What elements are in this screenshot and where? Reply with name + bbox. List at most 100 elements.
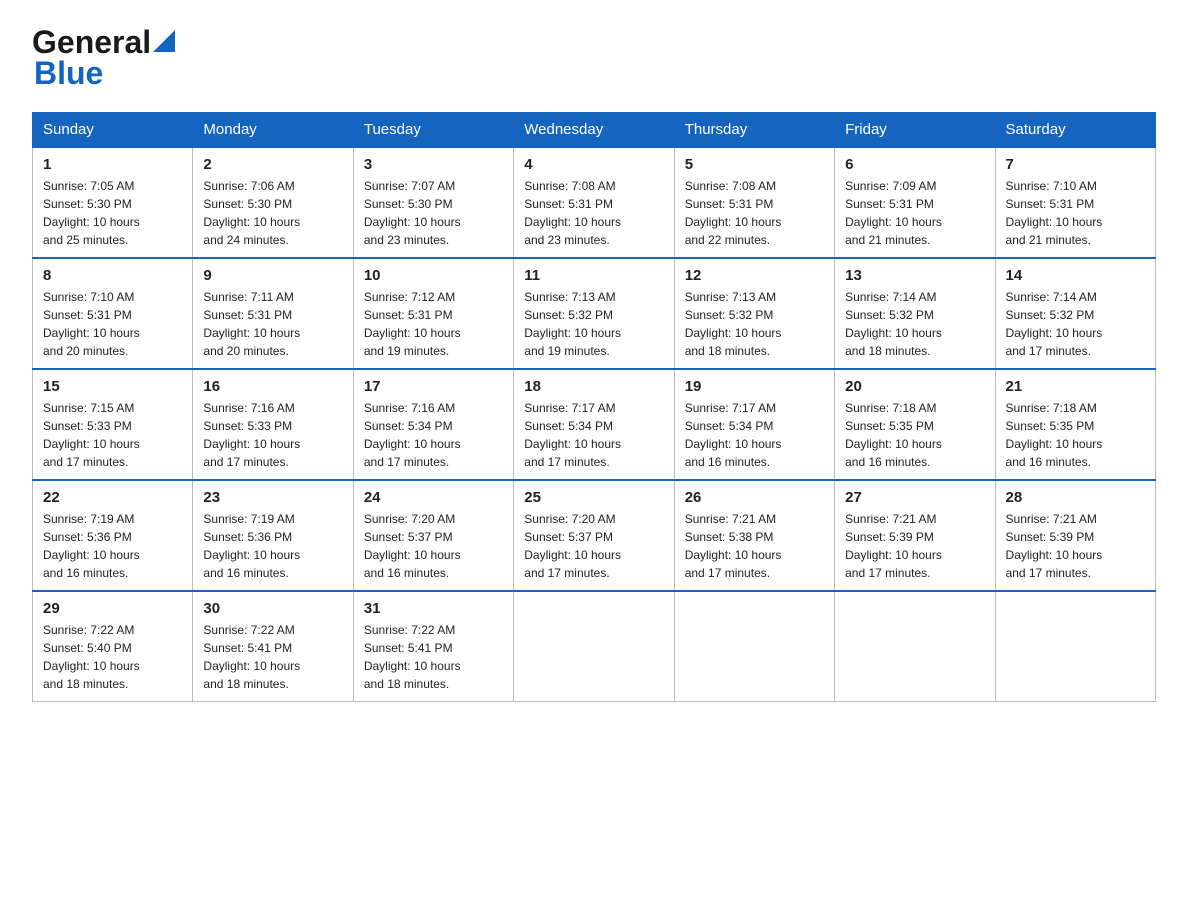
day-header-saturday: Saturday — [995, 113, 1155, 148]
calendar-cell — [674, 591, 834, 702]
calendar-table: SundayMondayTuesdayWednesdayThursdayFrid… — [32, 112, 1156, 702]
day-number: 3 — [364, 156, 503, 173]
calendar-cell: 22 Sunrise: 7:19 AMSunset: 5:36 PMDaylig… — [33, 480, 193, 591]
calendar-cell: 16 Sunrise: 7:16 AMSunset: 5:33 PMDaylig… — [193, 369, 353, 480]
calendar-week-4: 22 Sunrise: 7:19 AMSunset: 5:36 PMDaylig… — [33, 480, 1156, 591]
day-header-friday: Friday — [835, 113, 995, 148]
calendar-cell: 31 Sunrise: 7:22 AMSunset: 5:41 PMDaylig… — [353, 591, 513, 702]
day-number: 9 — [203, 267, 342, 284]
day-number: 15 — [43, 378, 182, 395]
day-number: 2 — [203, 156, 342, 173]
day-number: 4 — [524, 156, 663, 173]
day-info: Sunrise: 7:08 AMSunset: 5:31 PMDaylight:… — [685, 179, 782, 247]
day-number: 20 — [845, 378, 984, 395]
day-header-sunday: Sunday — [33, 113, 193, 148]
day-number: 22 — [43, 489, 182, 506]
calendar-cell — [835, 591, 995, 702]
logo: General Blue — [32, 24, 175, 92]
day-header-tuesday: Tuesday — [353, 113, 513, 148]
day-number: 6 — [845, 156, 984, 173]
day-info: Sunrise: 7:14 AMSunset: 5:32 PMDaylight:… — [1006, 290, 1103, 358]
calendar-cell: 4 Sunrise: 7:08 AMSunset: 5:31 PMDayligh… — [514, 147, 674, 258]
day-number: 29 — [43, 600, 182, 617]
calendar-cell: 25 Sunrise: 7:20 AMSunset: 5:37 PMDaylig… — [514, 480, 674, 591]
day-info: Sunrise: 7:22 AMSunset: 5:41 PMDaylight:… — [203, 623, 300, 691]
day-info: Sunrise: 7:06 AMSunset: 5:30 PMDaylight:… — [203, 179, 300, 247]
day-number: 8 — [43, 267, 182, 284]
day-info: Sunrise: 7:21 AMSunset: 5:39 PMDaylight:… — [1006, 512, 1103, 580]
calendar-header-row: SundayMondayTuesdayWednesdayThursdayFrid… — [33, 113, 1156, 148]
day-info: Sunrise: 7:18 AMSunset: 5:35 PMDaylight:… — [845, 401, 942, 469]
day-number: 12 — [685, 267, 824, 284]
day-number: 13 — [845, 267, 984, 284]
calendar-cell: 9 Sunrise: 7:11 AMSunset: 5:31 PMDayligh… — [193, 258, 353, 369]
day-info: Sunrise: 7:20 AMSunset: 5:37 PMDaylight:… — [364, 512, 461, 580]
day-info: Sunrise: 7:10 AMSunset: 5:31 PMDaylight:… — [43, 290, 140, 358]
calendar-cell: 3 Sunrise: 7:07 AMSunset: 5:30 PMDayligh… — [353, 147, 513, 258]
day-info: Sunrise: 7:22 AMSunset: 5:40 PMDaylight:… — [43, 623, 140, 691]
day-info: Sunrise: 7:15 AMSunset: 5:33 PMDaylight:… — [43, 401, 140, 469]
calendar-cell: 18 Sunrise: 7:17 AMSunset: 5:34 PMDaylig… — [514, 369, 674, 480]
calendar-cell: 20 Sunrise: 7:18 AMSunset: 5:35 PMDaylig… — [835, 369, 995, 480]
calendar-week-5: 29 Sunrise: 7:22 AMSunset: 5:40 PMDaylig… — [33, 591, 1156, 702]
day-number: 7 — [1006, 156, 1145, 173]
day-header-monday: Monday — [193, 113, 353, 148]
calendar-cell: 28 Sunrise: 7:21 AMSunset: 5:39 PMDaylig… — [995, 480, 1155, 591]
day-number: 24 — [364, 489, 503, 506]
day-info: Sunrise: 7:20 AMSunset: 5:37 PMDaylight:… — [524, 512, 621, 580]
calendar-cell: 24 Sunrise: 7:20 AMSunset: 5:37 PMDaylig… — [353, 480, 513, 591]
calendar-week-2: 8 Sunrise: 7:10 AMSunset: 5:31 PMDayligh… — [33, 258, 1156, 369]
day-number: 16 — [203, 378, 342, 395]
logo-blue-text: Blue — [34, 55, 175, 92]
calendar-cell: 6 Sunrise: 7:09 AMSunset: 5:31 PMDayligh… — [835, 147, 995, 258]
day-info: Sunrise: 7:13 AMSunset: 5:32 PMDaylight:… — [524, 290, 621, 358]
day-number: 30 — [203, 600, 342, 617]
calendar-cell: 30 Sunrise: 7:22 AMSunset: 5:41 PMDaylig… — [193, 591, 353, 702]
calendar-cell: 2 Sunrise: 7:06 AMSunset: 5:30 PMDayligh… — [193, 147, 353, 258]
calendar-cell: 21 Sunrise: 7:18 AMSunset: 5:35 PMDaylig… — [995, 369, 1155, 480]
calendar-cell: 26 Sunrise: 7:21 AMSunset: 5:38 PMDaylig… — [674, 480, 834, 591]
day-number: 27 — [845, 489, 984, 506]
calendar-cell — [514, 591, 674, 702]
calendar-cell: 5 Sunrise: 7:08 AMSunset: 5:31 PMDayligh… — [674, 147, 834, 258]
day-info: Sunrise: 7:19 AMSunset: 5:36 PMDaylight:… — [203, 512, 300, 580]
calendar-cell: 29 Sunrise: 7:22 AMSunset: 5:40 PMDaylig… — [33, 591, 193, 702]
calendar-cell: 27 Sunrise: 7:21 AMSunset: 5:39 PMDaylig… — [835, 480, 995, 591]
day-info: Sunrise: 7:14 AMSunset: 5:32 PMDaylight:… — [845, 290, 942, 358]
day-info: Sunrise: 7:17 AMSunset: 5:34 PMDaylight:… — [685, 401, 782, 469]
day-info: Sunrise: 7:21 AMSunset: 5:39 PMDaylight:… — [845, 512, 942, 580]
day-number: 10 — [364, 267, 503, 284]
day-info: Sunrise: 7:13 AMSunset: 5:32 PMDaylight:… — [685, 290, 782, 358]
calendar-week-3: 15 Sunrise: 7:15 AMSunset: 5:33 PMDaylig… — [33, 369, 1156, 480]
calendar-cell: 12 Sunrise: 7:13 AMSunset: 5:32 PMDaylig… — [674, 258, 834, 369]
calendar-week-1: 1 Sunrise: 7:05 AMSunset: 5:30 PMDayligh… — [33, 147, 1156, 258]
day-info: Sunrise: 7:21 AMSunset: 5:38 PMDaylight:… — [685, 512, 782, 580]
calendar-cell: 7 Sunrise: 7:10 AMSunset: 5:31 PMDayligh… — [995, 147, 1155, 258]
calendar-cell: 19 Sunrise: 7:17 AMSunset: 5:34 PMDaylig… — [674, 369, 834, 480]
day-info: Sunrise: 7:16 AMSunset: 5:34 PMDaylight:… — [364, 401, 461, 469]
calendar-cell: 17 Sunrise: 7:16 AMSunset: 5:34 PMDaylig… — [353, 369, 513, 480]
day-info: Sunrise: 7:08 AMSunset: 5:31 PMDaylight:… — [524, 179, 621, 247]
logo-triangle-icon — [153, 30, 175, 52]
day-number: 19 — [685, 378, 824, 395]
day-number: 11 — [524, 267, 663, 284]
calendar-cell: 14 Sunrise: 7:14 AMSunset: 5:32 PMDaylig… — [995, 258, 1155, 369]
page-header: General Blue — [32, 24, 1156, 92]
calendar-cell: 8 Sunrise: 7:10 AMSunset: 5:31 PMDayligh… — [33, 258, 193, 369]
day-info: Sunrise: 7:22 AMSunset: 5:41 PMDaylight:… — [364, 623, 461, 691]
day-header-wednesday: Wednesday — [514, 113, 674, 148]
day-number: 1 — [43, 156, 182, 173]
day-number: 23 — [203, 489, 342, 506]
calendar-cell: 1 Sunrise: 7:05 AMSunset: 5:30 PMDayligh… — [33, 147, 193, 258]
day-number: 21 — [1006, 378, 1145, 395]
day-number: 17 — [364, 378, 503, 395]
day-info: Sunrise: 7:05 AMSunset: 5:30 PMDaylight:… — [43, 179, 140, 247]
day-info: Sunrise: 7:07 AMSunset: 5:30 PMDaylight:… — [364, 179, 461, 247]
day-info: Sunrise: 7:17 AMSunset: 5:34 PMDaylight:… — [524, 401, 621, 469]
calendar-cell: 13 Sunrise: 7:14 AMSunset: 5:32 PMDaylig… — [835, 258, 995, 369]
day-number: 28 — [1006, 489, 1145, 506]
calendar-cell: 11 Sunrise: 7:13 AMSunset: 5:32 PMDaylig… — [514, 258, 674, 369]
day-number: 18 — [524, 378, 663, 395]
day-number: 26 — [685, 489, 824, 506]
day-info: Sunrise: 7:16 AMSunset: 5:33 PMDaylight:… — [203, 401, 300, 469]
